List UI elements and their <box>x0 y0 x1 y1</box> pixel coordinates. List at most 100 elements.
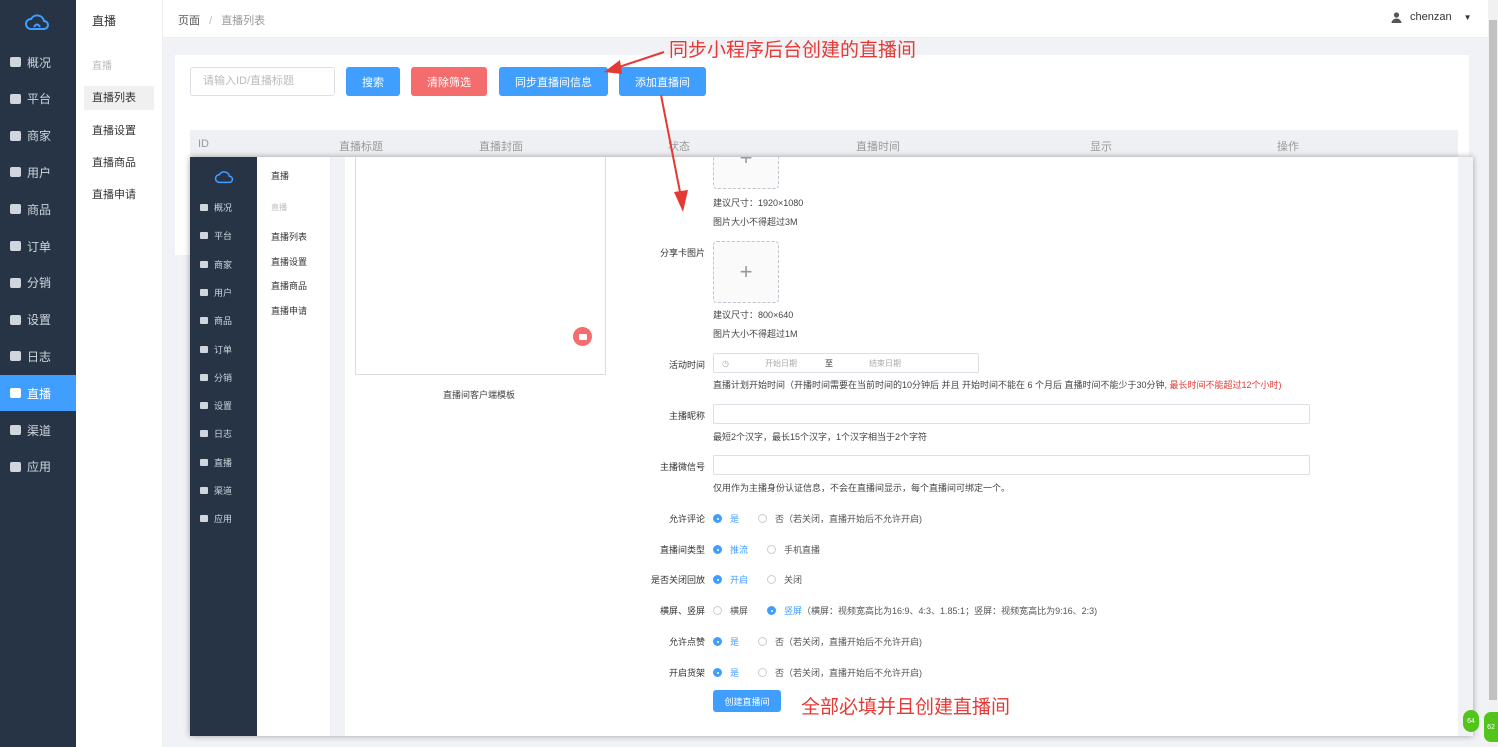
col-actions: 操作 <box>1277 141 1299 153</box>
sidebar-item-label: 概况 <box>27 55 52 70</box>
cover-limit-hint: 图片大小不得超过3M <box>713 217 798 227</box>
chevron-down-icon: ▼ <box>1463 12 1472 22</box>
preview-sidebar-label: 商家 <box>214 259 233 270</box>
comment-label: 允许评论 <box>668 514 705 524</box>
replay-label: 是否关闭回放 <box>650 575 705 585</box>
goods-no-radio[interactable]: 否（若关闭，直播开始后不允许开启) <box>758 666 922 679</box>
shop-icon <box>10 130 21 141</box>
anchor-wechat-input[interactable] <box>713 455 1310 475</box>
breadcrumb-separator: / <box>209 15 213 27</box>
live-icon <box>10 388 21 399</box>
comment-yes-radio[interactable]: 是 <box>713 512 739 525</box>
clear-filter-button[interactable]: 清除筛选 <box>411 67 487 96</box>
user-menu[interactable]: chenzan ▼ <box>1391 11 1472 23</box>
goods-icon <box>200 317 208 325</box>
preview-sidebar-item-10: 渠道 <box>200 484 232 497</box>
order-icon <box>10 241 21 251</box>
col-title: 直播标题 <box>339 141 383 153</box>
preview-sidebar-label: 设置 <box>214 401 233 412</box>
sidebar-item-label: 直播 <box>27 386 52 401</box>
anchor-hint: 最短2个汉字，最长15个汉字，1个汉字相当于2个字符 <box>713 432 928 442</box>
live-icon <box>200 458 208 466</box>
gear-icon <box>200 402 208 410</box>
preview-subnav-item: 直播列表 <box>271 232 308 242</box>
goods-yes-radio[interactable]: 是 <box>713 666 739 679</box>
preview-subnav-title: 直播 <box>271 171 290 181</box>
sidebar-item-label: 平台 <box>27 92 52 107</box>
type-push-radio[interactable]: 推流 <box>713 543 748 556</box>
like-label: 允许点赞 <box>668 637 705 647</box>
preview-sidebar-item-3: 用户 <box>200 286 232 299</box>
search-input[interactable]: 请输入ID/直播标题 <box>190 67 335 96</box>
create-live-dialog: 概况 平台 商家 用户 商品 订单 分销 设置 日志 直播 渠道 应用 直播 直播 直播列表 直播设置… <box>190 157 1473 736</box>
time-hint: 直播计划开始时间（开播时间需要在当前时间的10分钟后 并且 开始时间不能在 6 … <box>713 378 1453 391</box>
preview-subnav-item: 直播申请 <box>271 306 308 316</box>
screen-landscape-radio[interactable]: 横屏 <box>713 604 748 617</box>
sidebar-item-7[interactable]: 设置 <box>0 302 76 338</box>
replay-on-radio[interactable]: 开启 <box>713 573 748 586</box>
date-range-picker[interactable]: ◷ 开始日期 至 结束日期 <box>713 353 979 373</box>
replay-off-radio[interactable]: 关闭 <box>767 573 802 586</box>
sidebar-item-1[interactable]: 平台 <box>0 81 76 117</box>
share-label: 分享卡图片 <box>659 248 705 258</box>
end-date[interactable]: 结束日期 <box>869 358 901 369</box>
preview-subnav-item: 直播设置 <box>271 257 308 267</box>
channel-icon <box>200 487 208 494</box>
preview-sidebar-item-0: 概况 <box>200 201 232 214</box>
type-mobile-radio[interactable]: 手机直播 <box>767 543 820 556</box>
apps-icon <box>10 461 21 472</box>
preview-sidebar-label: 渠道 <box>214 486 233 496</box>
sidebar-item-0[interactable]: 概况 <box>0 44 76 80</box>
type-label: 直播间类型 <box>659 545 705 555</box>
cover-upload[interactable]: + <box>713 157 779 189</box>
subnav-item-goods[interactable]: 直播商品 <box>84 151 154 175</box>
screen-label: 横屏、竖屏 <box>659 606 705 616</box>
like-yes-radio[interactable]: 是 <box>713 635 739 648</box>
preview-subnav-item: 直播商品 <box>271 281 308 291</box>
share-image-upload[interactable]: + <box>713 241 779 303</box>
page-scrollbar-thumb[interactable] <box>1489 20 1497 700</box>
breadcrumb-root[interactable]: 页面 <box>178 15 200 27</box>
preview-sidebar-label: 概况 <box>214 203 233 213</box>
subnav-item-settings[interactable]: 直播设置 <box>84 119 154 143</box>
sidebar-item-4[interactable]: 商品 <box>0 191 76 227</box>
sidebar-item-9[interactable]: 直播 <box>0 375 76 412</box>
sidebar-item-3[interactable]: 用户 <box>0 154 76 190</box>
time-hint-text: 直播计划开始时间（开播时间需要在当前时间的10分钟后 并且 开始时间不能在 6 … <box>713 380 1170 390</box>
sidebar-item-label: 分销 <box>27 276 52 291</box>
start-date[interactable]: 开始日期 <box>765 358 797 369</box>
preview-subnav-section: 直播 <box>271 203 287 212</box>
sidebar-item-label: 应用 <box>27 460 52 475</box>
float-badge-b[interactable]: 62 <box>1484 712 1498 742</box>
sidebar-item-2[interactable]: 商家 <box>0 118 76 154</box>
subnav-item-list[interactable]: 直播列表 <box>84 86 154 110</box>
cloud-logo-icon <box>214 171 234 184</box>
sidebar-item-10[interactable]: 渠道 <box>0 412 76 448</box>
preview-sidebar-label: 用户 <box>214 287 233 298</box>
sync-live-button[interactable]: 同步直播间信息 <box>499 67 608 96</box>
comment-no-radio[interactable]: 否（若关闭，直播开始后不允许开启) <box>758 512 922 525</box>
float-badge-a[interactable]: 64 <box>1463 710 1479 732</box>
search-button[interactable]: 搜索 <box>346 67 400 96</box>
sidebar-item-label: 商品 <box>27 202 52 217</box>
subnav-item-apply[interactable]: 直播申请 <box>84 183 154 207</box>
sidebar-item-5[interactable]: 订单 <box>0 228 76 264</box>
preview-sidebar-item-1: 平台 <box>200 229 232 242</box>
user-icon <box>200 288 208 296</box>
clock-icon: ◷ <box>722 358 729 368</box>
like-no-radio[interactable]: 否（若关闭，直播开始后不允许开启) <box>758 635 922 648</box>
sidebar-item-6[interactable]: 分销 <box>0 265 76 301</box>
shop-icon <box>200 260 208 268</box>
annotation-arrow-down <box>660 94 688 212</box>
preview-sidebar-label: 应用 <box>214 514 233 525</box>
col-id: ID <box>198 138 209 150</box>
gear-icon <box>10 314 21 325</box>
subnav-section: 直播 <box>92 61 112 72</box>
sidebar-item-8[interactable]: 日志 <box>0 338 76 374</box>
sitemap-icon <box>200 373 208 381</box>
screen-portrait-radio[interactable]: 竖屏 （横屏：视频宽高比为16:9、4:3、1.85:1；竖屏：视频宽高比为9:1… <box>767 604 1097 617</box>
anchor-name-input[interactable] <box>713 404 1310 424</box>
sitemap-icon <box>10 277 21 288</box>
create-live-button[interactable]: 创建直播间 <box>713 690 781 712</box>
sidebar-item-11[interactable]: 应用 <box>0 449 76 485</box>
